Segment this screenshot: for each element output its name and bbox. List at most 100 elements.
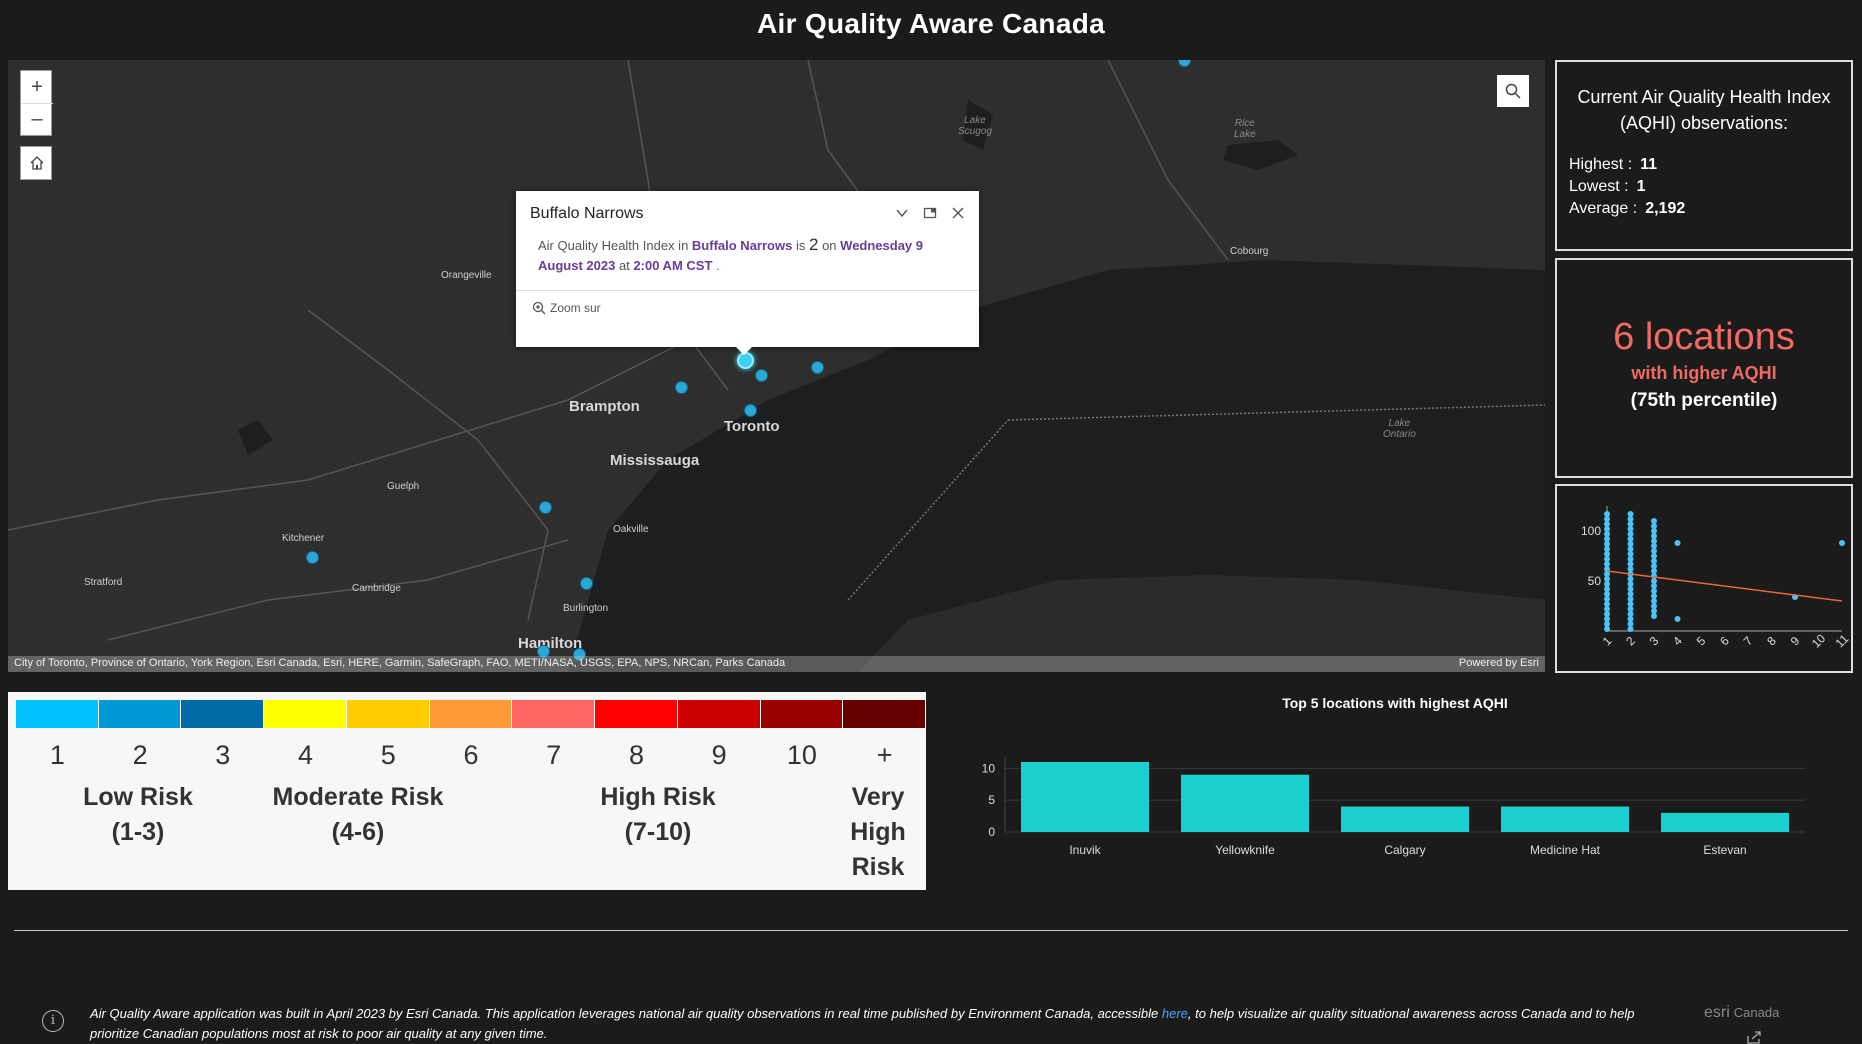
aqhi-point[interactable] — [811, 361, 824, 374]
map-label-lake-ontario: Lake Ontario — [1383, 418, 1416, 440]
map-label-orangeville: Orangeville — [441, 270, 492, 281]
home-button[interactable] — [21, 147, 53, 179]
zoom-controls: + – — [20, 70, 53, 136]
footer-text: Air Quality Aware application was built … — [90, 1006, 1635, 1041]
legend-number: 10 — [786, 740, 817, 770]
legend-swatch — [760, 700, 844, 728]
collapse-icon[interactable] — [895, 206, 909, 223]
stats-heading: Current Air Quality Health Index (AQHI) … — [1577, 87, 1831, 133]
aqhi-point[interactable] — [306, 551, 319, 564]
popup-location: Buffalo Narrows — [691, 238, 793, 253]
legend-swatch — [98, 700, 182, 728]
legend-swatch — [512, 700, 596, 728]
map-label-stratford: Stratford — [84, 577, 123, 588]
map-label-hamilton: Hamilton — [518, 635, 583, 652]
close-icon[interactable] — [951, 206, 965, 223]
legend-number: 1 — [49, 740, 65, 770]
count-percentile: (75th percentile) — [1630, 390, 1778, 411]
aqhi-point[interactable] — [744, 404, 757, 417]
map-attribution: City of Toronto, Province of Ontario, Yo… — [8, 656, 1545, 672]
zoom-in-button[interactable]: + — [21, 71, 53, 103]
dock-icon[interactable] — [923, 206, 937, 223]
popup-is: is — [795, 238, 806, 253]
popup-zoom-action[interactable]: Zoom sur — [516, 290, 979, 325]
x-tick-label: 6 — [1717, 633, 1732, 648]
legend-number: 3 — [215, 740, 231, 770]
legend-swatch — [264, 700, 347, 728]
popup-text-prefix: Air Quality Health Index in — [538, 238, 689, 253]
legend-swatch — [346, 700, 430, 728]
aqhi-point[interactable] — [755, 369, 768, 382]
high-aqhi-count-panel: 6 locations with higher AQHI (75th perce… — [1555, 258, 1853, 478]
x-tick-label: Yellowknife — [1215, 843, 1275, 857]
x-tick-label: 8 — [1764, 633, 1779, 648]
info-icon[interactable]: i — [42, 1010, 64, 1032]
scatter-chart: 100 50 1 2 3 4 5 6 7 8 9 10 11 — [1581, 506, 1852, 651]
y-tick-label: 5 — [988, 793, 995, 807]
aqhi-point[interactable] — [675, 381, 688, 394]
bar[interactable] — [1181, 774, 1309, 832]
x-tick-label: 4 — [1670, 633, 1685, 648]
divider — [14, 930, 1848, 931]
scatter-point — [1839, 540, 1845, 546]
scatter-point — [1674, 540, 1681, 546]
bar[interactable] — [1021, 762, 1149, 832]
scatter-point — [1651, 518, 1657, 524]
y-tick-label: 0 — [988, 825, 995, 839]
map-label-oakville: Oakville — [613, 524, 649, 535]
map-label-kitchener: Kitchener — [282, 533, 325, 544]
scatter-point — [1604, 511, 1610, 517]
popup-value: 2 — [808, 235, 819, 254]
popup-pointer — [736, 347, 752, 355]
share-icon[interactable] — [1746, 1030, 1762, 1044]
stat-highest: Highest :11 — [1569, 156, 1658, 173]
zoom-to-icon — [532, 301, 546, 315]
x-tick-label: Calgary — [1384, 843, 1425, 857]
legend-swatch — [677, 700, 761, 728]
map-basemap — [8, 60, 1545, 672]
aqhi-stats-panel: Current Air Quality Health Index (AQHI) … — [1555, 60, 1853, 251]
map-label-rice-lake: Rice Lake — [1234, 118, 1256, 140]
feature-popup: Buffalo Narrows Air Quality Health Index… — [516, 191, 979, 355]
map-label-mississauga: Mississauga — [610, 452, 700, 469]
legend-number: 9 — [711, 740, 727, 770]
legend-swatch — [429, 700, 513, 728]
x-tick-label: 7 — [1741, 633, 1756, 648]
environment-canada-link[interactable]: here — [1162, 1006, 1188, 1021]
count-subtitle: with higher AQHI — [1631, 363, 1777, 383]
legend-swatch — [16, 700, 99, 728]
map-search-button[interactable] — [1497, 75, 1529, 107]
legend-number: + — [876, 740, 893, 770]
map-view[interactable]: + – Brampton Toronto Mississauga Hamilto… — [8, 60, 1545, 672]
y-tick-label: 100 — [1581, 524, 1601, 538]
scatter-panel: 100 50 1 2 3 4 5 6 7 8 9 10 11 — [1555, 484, 1853, 673]
trend-line — [1606, 570, 1843, 602]
legend-swatch — [595, 700, 678, 728]
popup-title: Buffalo Narrows — [530, 205, 644, 222]
x-tick-label: Inuvik — [1069, 843, 1101, 857]
bar[interactable] — [1341, 806, 1469, 832]
esri-canada-logo: esri Canada — [1704, 1004, 1780, 1021]
bar[interactable] — [1661, 812, 1789, 832]
x-tick-label: 10 — [1809, 631, 1829, 651]
aqhi-point[interactable] — [539, 501, 552, 514]
top5-bar-chart: 0 5 10 Inuvik Yellowknife Calgary Medicine Hat… — [982, 757, 1805, 857]
bar-chart-title: Top 5 locations with highest AQHI — [1282, 695, 1508, 711]
aqhi-point[interactable] — [580, 577, 593, 590]
map-label-burlington: Burlington — [563, 603, 609, 614]
x-tick-label: 1 — [1600, 633, 1615, 648]
scatter-point — [1627, 511, 1634, 517]
bar[interactable] — [1501, 806, 1629, 832]
aqhi-legend: Low Risk (1-3) Moderate Risk (4-6) High … — [8, 692, 927, 890]
popup-content: Air Quality Health Index in Buffalo Narr… — [538, 235, 924, 273]
zoom-out-button[interactable]: – — [21, 103, 53, 135]
y-tick-label: 10 — [982, 761, 996, 775]
legend-number: 8 — [628, 740, 644, 770]
map-label-brampton: Brampton — [569, 398, 640, 415]
powered-by[interactable]: Powered by Esri — [1459, 657, 1539, 671]
legend-number: 5 — [380, 740, 396, 770]
map-label-cambridge: Cambridge — [352, 583, 401, 594]
legend-number: 7 — [546, 740, 562, 770]
stat-average: Average :2,192 — [1569, 200, 1686, 217]
y-tick-label: 50 — [1588, 574, 1602, 588]
